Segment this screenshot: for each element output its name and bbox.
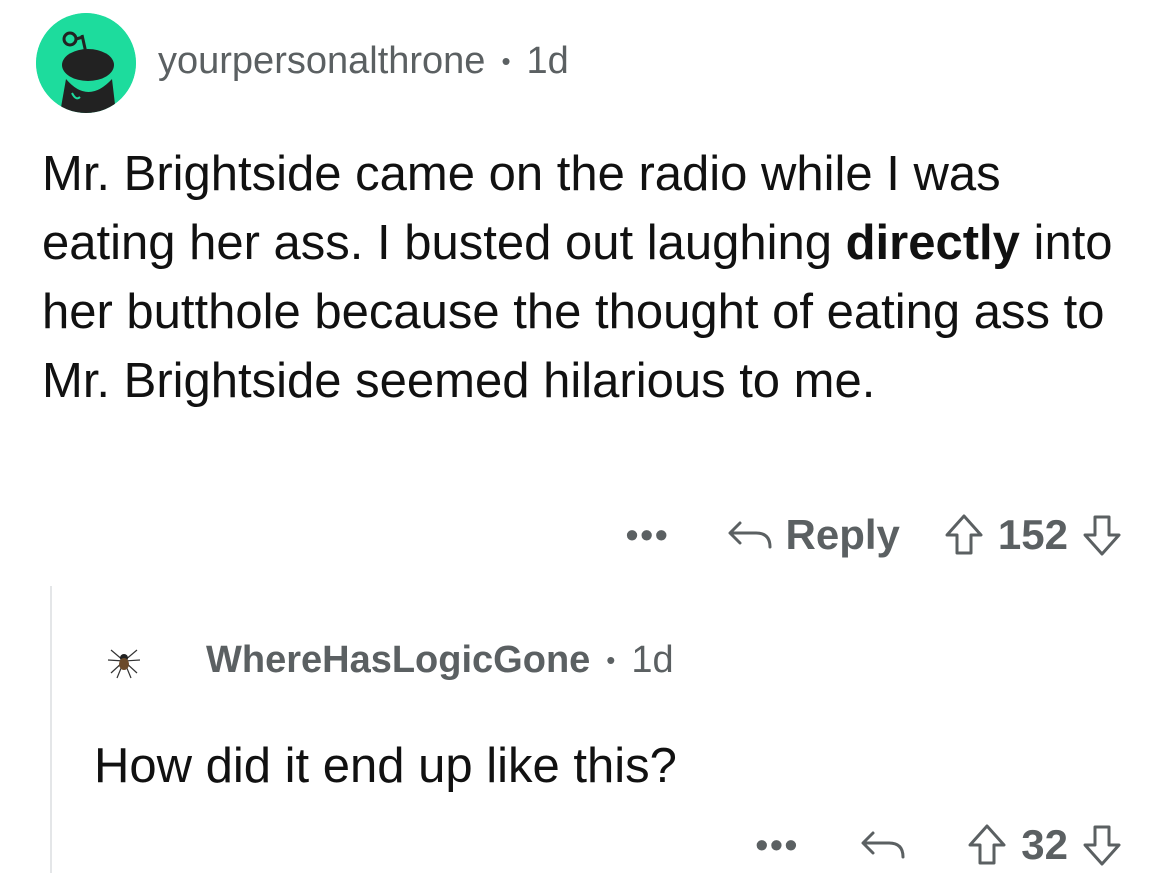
- reply-meta: WhereHasLogicGone • 1d: [206, 635, 674, 685]
- reply-user-avatar[interactable]: [105, 642, 143, 680]
- vote-control: 152: [944, 511, 1122, 559]
- upvote-icon[interactable]: [967, 823, 1007, 867]
- reply-button[interactable]: Reply: [726, 511, 900, 559]
- comment-meta: yourpersonalthrone • 1d: [158, 36, 569, 86]
- reply-actions: ••• 32: [755, 815, 1122, 875]
- comment-age: 1d: [526, 39, 569, 82]
- reply-username-link[interactable]: WhereHasLogicGone: [206, 639, 590, 682]
- reply-vote-score: 32: [1021, 821, 1068, 868]
- reply-more-options-button[interactable]: •••: [755, 827, 799, 863]
- reply-arrow-icon: [728, 521, 772, 549]
- reply-reply-button[interactable]: [859, 825, 911, 865]
- comment-text-bold: directly: [845, 216, 1020, 270]
- reply-age: 1d: [631, 638, 674, 681]
- reply-arrow-icon: [861, 831, 905, 859]
- user-avatar[interactable]: [36, 13, 136, 113]
- reddit-snoo-avatar-icon: [36, 13, 136, 113]
- spider-avatar-icon: [107, 649, 141, 679]
- reply-label: Reply: [785, 511, 900, 558]
- thread-line[interactable]: [50, 586, 52, 873]
- meta-separator: •: [501, 45, 511, 76]
- comment-body: Mr. Brightside came on the radio while I…: [42, 140, 1132, 416]
- comment-actions: ••• Reply 152: [626, 505, 1122, 565]
- comment-thread: yourpersonalthrone • 1d Mr. Brightside c…: [0, 0, 1170, 873]
- username-link[interactable]: yourpersonalthrone: [158, 40, 485, 83]
- downvote-icon[interactable]: [1082, 513, 1122, 557]
- reply-body: How did it end up like this?: [94, 739, 677, 793]
- reply-vote-control: 32: [967, 821, 1122, 869]
- downvote-icon[interactable]: [1082, 823, 1122, 867]
- reply-meta-separator: •: [606, 644, 616, 675]
- more-options-button[interactable]: •••: [626, 517, 670, 553]
- vote-score: 152: [997, 511, 1068, 558]
- upvote-icon[interactable]: [944, 513, 984, 557]
